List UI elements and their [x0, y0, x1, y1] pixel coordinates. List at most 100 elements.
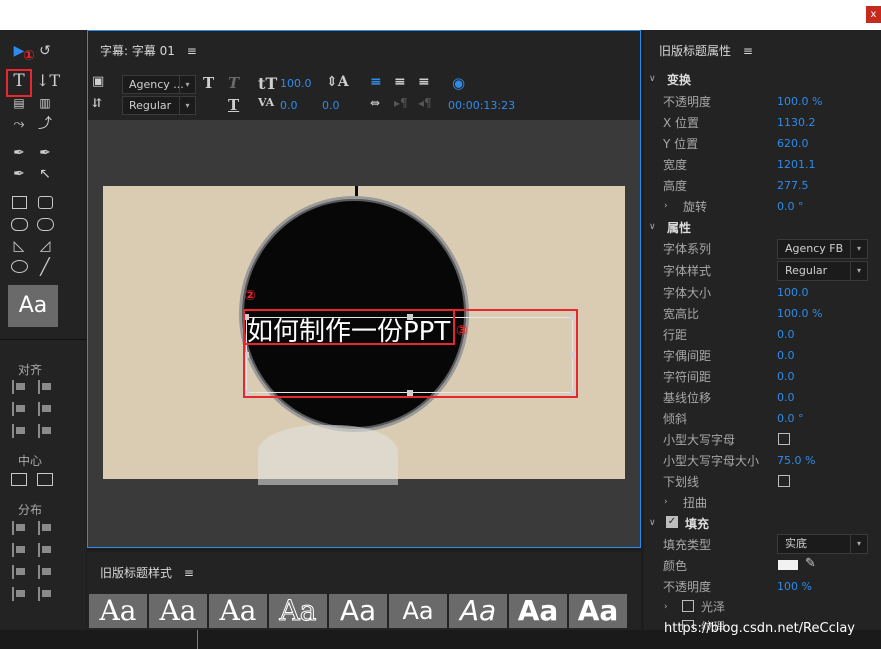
fill-type-dropdown[interactable]: 实底 ▾	[777, 534, 868, 554]
chevron-down-icon[interactable]: ∨	[649, 74, 656, 84]
center-vertical-icon[interactable]	[37, 473, 53, 486]
attributes-section-label[interactable]: 属性	[667, 219, 691, 236]
align-left-text-icon[interactable]: ≡	[370, 74, 382, 90]
properties-tab[interactable]: 旧版标题属性 ≡	[659, 42, 753, 59]
aspect-value[interactable]: 100.0 %	[777, 307, 822, 320]
vertical-path-type-tool-icon[interactable]: ⤴	[36, 115, 54, 133]
height-value[interactable]: 277.5	[777, 179, 809, 192]
italic-icon[interactable]: T	[228, 74, 239, 92]
font-style-dropdown[interactable]: Regular ▾	[122, 96, 196, 115]
style-swatch[interactable]: Aa	[329, 594, 387, 628]
center-horizontal-icon[interactable]	[11, 473, 27, 486]
kerning-value[interactable]: 0.0	[777, 349, 795, 362]
rectangle-tool-icon[interactable]	[12, 196, 27, 209]
rotation-tool-icon[interactable]: ↺	[36, 42, 54, 60]
line-tool-icon[interactable]: ╱	[36, 258, 54, 276]
arc-tool-icon[interactable]: ◿	[36, 237, 54, 255]
bold-icon[interactable]: T	[203, 74, 214, 92]
convert-anchor-tool-icon[interactable]: ↖	[36, 165, 54, 183]
fill-checkbox-checked-icon[interactable]: ✓	[666, 516, 678, 528]
chevron-right-icon[interactable]: ›	[664, 497, 668, 507]
font-family-dropdown[interactable]: Agency FB ▾	[777, 239, 868, 259]
chevron-down-icon[interactable]: ∨	[649, 518, 656, 528]
style-swatch[interactable]: Aa	[389, 594, 447, 628]
leading-value[interactable]: 0.0	[322, 99, 340, 112]
distribute-center-v-icon[interactable]	[38, 543, 53, 557]
crawl-icon[interactable]: ◂¶	[418, 96, 432, 110]
y-position-value[interactable]: 620.0	[777, 137, 809, 150]
opacity-value[interactable]: 100.0 %	[777, 95, 822, 108]
style-swatch[interactable]: Aa	[209, 594, 267, 628]
background-video-icon[interactable]: ▣	[92, 74, 104, 89]
delete-anchor-tool-icon[interactable]: ✒	[36, 144, 54, 162]
wedge-tool-icon[interactable]: ◺	[10, 237, 28, 255]
small-caps-size-value[interactable]: 75.0 %	[777, 454, 815, 467]
show-background-video-icon[interactable]: ◉	[452, 74, 465, 92]
slant-value[interactable]: 0.0 °	[777, 412, 804, 425]
path-type-tool-icon[interactable]: ⤳	[10, 115, 28, 133]
align-bottom-icon[interactable]	[38, 424, 53, 438]
transform-section-label[interactable]: 变换	[667, 71, 691, 88]
width-value[interactable]: 1201.1	[777, 158, 816, 171]
align-top-icon[interactable]	[38, 380, 53, 394]
rounded-rectangle-tool-icon[interactable]	[38, 196, 53, 209]
rounded-corner-tool-icon[interactable]	[37, 218, 54, 231]
kerning-value[interactable]: 0.0	[280, 99, 298, 112]
leading-value[interactable]: 0.0	[777, 328, 795, 341]
add-anchor-tool-icon[interactable]: ✒	[10, 165, 28, 183]
panel-menu-icon[interactable]: ≡	[184, 566, 194, 580]
underline-checkbox[interactable]	[778, 475, 790, 487]
color-swatch[interactable]	[778, 560, 798, 570]
distribute-top-icon[interactable]	[38, 521, 53, 535]
playhead[interactable]	[197, 630, 198, 649]
chevron-down-icon[interactable]: ∨	[649, 222, 656, 232]
tab-stops-icon[interactable]: ⇵	[92, 96, 102, 110]
distribute-horizontal-icon[interactable]	[12, 587, 27, 601]
panel-menu-icon[interactable]: ≡	[187, 44, 197, 58]
distribute-left-icon[interactable]	[12, 521, 27, 535]
align-center-v-icon[interactable]	[38, 402, 53, 416]
tab-ruler-icon[interactable]: ⇔	[370, 96, 380, 110]
font-size-value[interactable]: 100.0	[777, 286, 809, 299]
distribute-bottom-icon[interactable]	[38, 565, 53, 579]
align-right-text-icon[interactable]: ≡	[418, 74, 430, 90]
x-position-value[interactable]: 1130.2	[777, 116, 816, 129]
close-button[interactable]: x	[866, 6, 881, 23]
style-swatch[interactable]: Aa	[509, 594, 567, 628]
roll-icon[interactable]: ▸¶	[394, 96, 408, 110]
baseline-shift-value[interactable]: 0.0	[777, 391, 795, 404]
fill-section-label[interactable]: 填充	[685, 515, 709, 532]
distribute-center-h-icon[interactable]	[12, 543, 27, 557]
underline-icon[interactable]: T	[228, 96, 239, 114]
chevron-right-icon[interactable]: ›	[664, 602, 668, 612]
style-swatch[interactable]: Aa	[569, 594, 627, 628]
font-size-value[interactable]: 100.0	[280, 77, 312, 90]
rotation-value[interactable]: 0.0 °	[777, 200, 804, 213]
panel-menu-icon[interactable]: ≡	[743, 44, 753, 58]
fill-opacity-value[interactable]: 100 %	[777, 580, 812, 593]
small-caps-checkbox[interactable]	[778, 433, 790, 445]
align-center-h-icon[interactable]	[12, 402, 27, 416]
sheen-checkbox[interactable]	[682, 600, 694, 612]
style-swatch[interactable]: Aa	[269, 594, 327, 628]
style-swatch[interactable]: Aa	[149, 594, 207, 628]
tracking-value[interactable]: 0.0	[777, 370, 795, 383]
clipped-corner-tool-icon[interactable]	[11, 218, 28, 231]
align-left-icon[interactable]	[12, 380, 27, 394]
distribute-vertical-icon[interactable]	[38, 587, 53, 601]
font-family-dropdown[interactable]: Agency ... ▾	[122, 75, 196, 94]
distribute-right-icon[interactable]	[12, 565, 27, 579]
align-right-icon[interactable]	[12, 424, 27, 438]
font-style-dropdown[interactable]: Regular ▾	[777, 261, 868, 281]
eyedropper-icon[interactable]: ✎	[805, 556, 816, 571]
vertical-area-type-tool-icon[interactable]: ▥	[36, 94, 54, 112]
chevron-right-icon[interactable]: ›	[664, 201, 668, 211]
pen-tool-icon[interactable]: ✒	[10, 144, 28, 162]
align-center-text-icon[interactable]: ≡	[394, 74, 406, 90]
ellipse-tool-icon[interactable]	[11, 260, 28, 273]
style-swatch[interactable]: Aa	[89, 594, 147, 628]
styles-tab[interactable]: 旧版标题样式 ≡	[100, 564, 194, 581]
vertical-type-tool-icon[interactable]: ↓T	[36, 72, 60, 90]
timecode[interactable]: 00:00:13:23	[448, 99, 515, 112]
style-swatch[interactable]: Aa	[449, 594, 507, 628]
